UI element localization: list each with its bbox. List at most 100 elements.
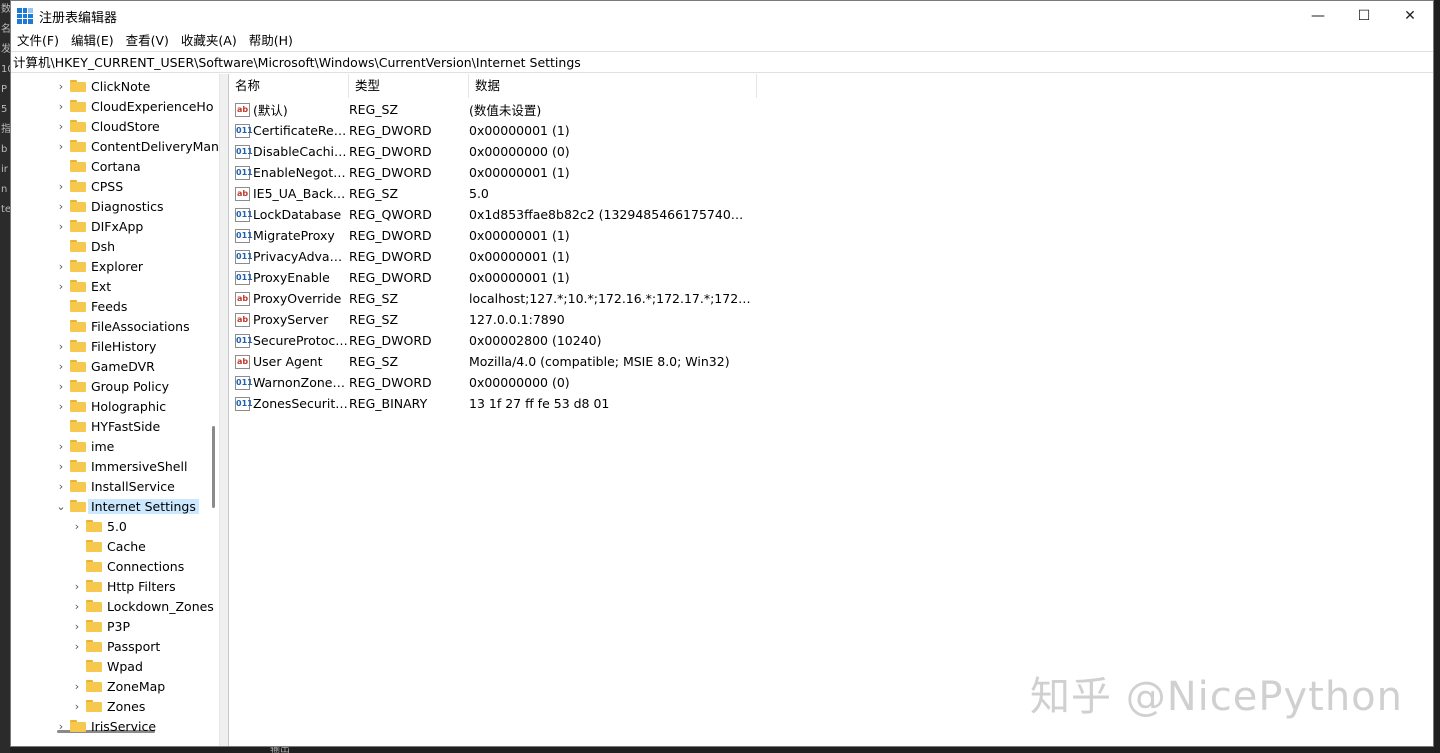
chevron-right-icon[interactable]: › xyxy=(71,620,83,633)
tree-node[interactable]: › 5.0 xyxy=(71,516,127,536)
value-row[interactable]: ab ProxyServer REG_SZ 127.0.0.1:7890 xyxy=(229,309,751,330)
value-data: (数值未设置) xyxy=(469,103,542,118)
menu-favorites[interactable]: 收藏夹(A) xyxy=(175,31,243,51)
menu-edit[interactable]: 编辑(E) xyxy=(65,31,120,51)
chevron-right-icon[interactable]: › xyxy=(71,640,83,653)
chevron-right-icon[interactable]: › xyxy=(55,360,67,373)
tree-node[interactable]: FileAssociations xyxy=(55,316,190,336)
title-bar[interactable]: 注册表编辑器 — ☐ ✕ xyxy=(11,1,1433,31)
value-name-cell: 011 WarnonZoneC... xyxy=(229,375,349,390)
key-tree-pane[interactable]: › ClickNote › CloudExperienceHo › CloudStore ›… xyxy=(11,74,219,746)
tree-node[interactable]: Wpad xyxy=(71,656,143,676)
menu-help[interactable]: 帮助(H) xyxy=(243,31,299,51)
chevron-right-icon[interactable]: › xyxy=(55,220,67,233)
column-header-name[interactable]: 名称 xyxy=(229,74,349,98)
tree-node[interactable]: › Http Filters xyxy=(71,576,176,596)
chevron-right-icon[interactable]: › xyxy=(55,440,67,453)
tree-node[interactable]: Feeds xyxy=(55,296,127,316)
chevron-right-icon[interactable]: › xyxy=(55,400,67,413)
pane-splitter[interactable] xyxy=(219,74,229,746)
close-button[interactable]: ✕ xyxy=(1387,1,1433,31)
value-row[interactable]: 011CertificateRevo...REG_DWORD 0x00000001… xyxy=(229,120,751,141)
value-row[interactable]: 011 SecureProtocols REG_DWORD 0x00002800 (1… xyxy=(229,330,751,351)
chevron-right-icon[interactable]: › xyxy=(71,600,83,613)
chevron-right-icon[interactable]: › xyxy=(71,680,83,693)
chevron-right-icon[interactable]: › xyxy=(55,120,67,133)
tree-node[interactable]: › ContentDeliveryMan xyxy=(55,136,219,156)
tree-node[interactable]: › DIFxApp xyxy=(55,216,144,236)
tree-node[interactable]: › ZoneMap xyxy=(71,676,165,696)
tree-node[interactable]: › ImmersiveShell xyxy=(55,456,188,476)
tree-node[interactable]: › CloudStore xyxy=(55,116,160,136)
value-row[interactable]: ab ProxyOverride REG_SZ localhost;127.*;10.… xyxy=(229,288,751,309)
menu-view[interactable]: 查看(V) xyxy=(120,31,175,51)
chevron-right-icon[interactable]: › xyxy=(55,280,67,293)
chevron-right-icon[interactable]: › xyxy=(55,200,67,213)
value-list-pane[interactable]: 名称 类型 数据 ab (默认) REG_SZ (数值未设置) 011 Certifica… xyxy=(229,74,1433,746)
tree-node[interactable]: › Passport xyxy=(71,636,161,656)
column-header-data[interactable]: 数据 xyxy=(469,74,757,98)
tree-node[interactable]: › GameDVR xyxy=(55,356,155,376)
menu-file[interactable]: 文件(F) xyxy=(11,31,65,51)
tree-node[interactable]: Dsh xyxy=(55,236,115,256)
tree-vertical-scrollbar[interactable] xyxy=(212,426,215,508)
chevron-right-icon[interactable]: › xyxy=(55,380,67,393)
address-bar[interactable]: 计算机\HKEY_CURRENT_USER\Software\Microsoft… xyxy=(11,51,1433,73)
tree-node[interactable]: › CPSS xyxy=(55,176,123,196)
chevron-right-icon[interactable]: › xyxy=(55,140,67,153)
value-row[interactable]: 011 PrivacyAdvanc... REG_DWORD 0x00000001 (… xyxy=(229,246,751,267)
chevron-right-icon[interactable]: › xyxy=(71,580,83,593)
binary-value-icon: 011 xyxy=(235,123,253,138)
tree-node[interactable]: › FileHistory xyxy=(55,336,157,356)
chevron-right-icon[interactable]: › xyxy=(55,260,67,273)
chevron-right-icon[interactable]: › xyxy=(55,720,67,733)
value-row[interactable]: 011 EnableNegotia... REG_DWORD 0x00000001 (… xyxy=(229,162,751,183)
tree-node[interactable]: ⌄ Internet Settings xyxy=(55,496,199,516)
tree-node[interactable]: › Group Policy xyxy=(55,376,169,396)
tree-node[interactable]: Cortana xyxy=(55,156,141,176)
chevron-right-icon[interactable]: › xyxy=(71,700,83,713)
value-row[interactable]: ab (默认) REG_SZ (数值未设置) xyxy=(229,99,751,120)
tree-node-label: Cortana xyxy=(91,158,141,174)
chevron-down-icon[interactable]: ⌄ xyxy=(55,500,67,513)
chevron-right-icon[interactable]: › xyxy=(55,460,67,473)
tree-node-label: Group Policy xyxy=(91,378,169,394)
chevron-right-icon[interactable]: › xyxy=(55,100,67,113)
value-data: 0x00000001 (1) xyxy=(469,270,570,285)
tree-node[interactable]: › Explorer xyxy=(55,256,143,276)
tree-node[interactable]: › ime xyxy=(55,436,115,456)
tree-node[interactable]: › Diagnostics xyxy=(55,196,164,216)
chevron-right-icon[interactable]: › xyxy=(55,480,67,493)
column-header-type[interactable]: 类型 xyxy=(349,74,469,98)
tree-node[interactable]: HYFastSide xyxy=(55,416,160,436)
value-row[interactable]: ab User Agent REG_SZ Mozilla/4.0 (compatibl… xyxy=(229,351,751,372)
folder-icon xyxy=(70,120,86,132)
tree-node[interactable]: › Ext xyxy=(55,276,111,296)
chevron-right-icon[interactable]: › xyxy=(55,340,67,353)
value-row[interactable]: 011 WarnonZoneC... REG_DWORD 0x00000000 (0) xyxy=(229,372,751,393)
chevron-right-icon[interactable]: › xyxy=(55,180,67,193)
tree-node[interactable]: › Zones xyxy=(71,696,146,716)
tree-node[interactable]: › CloudExperienceHo xyxy=(55,96,214,116)
tree-node-label: Explorer xyxy=(91,258,144,274)
value-row[interactable]: 011 DisableCachin... REG_DWORD 0x00000000 (… xyxy=(229,141,751,162)
tree-node[interactable]: Connections xyxy=(71,556,184,576)
value-row[interactable]: ab IE5_UA_Backu... REG_SZ 5.0 xyxy=(229,183,751,204)
folder-icon xyxy=(70,180,86,192)
tree-node[interactable]: › Holographic xyxy=(55,396,166,416)
value-row[interactable]: 011 MigrateProxy REG_DWORD 0x00000001 (1) xyxy=(229,225,751,246)
tree-node[interactable]: › InstallService xyxy=(55,476,175,496)
value-row[interactable]: 011 ProxyEnable REG_DWORD 0x00000001 (1) xyxy=(229,267,751,288)
value-row[interactable]: 011 ZonesSecurity... REG_BINARY 13 1f 27 ff… xyxy=(229,393,751,414)
minimize-button[interactable]: — xyxy=(1295,1,1341,31)
chevron-right-icon[interactable]: › xyxy=(71,520,83,533)
tree-node[interactable]: › P3P xyxy=(71,616,130,636)
tree-node[interactable]: › ClickNote xyxy=(55,76,151,96)
folder-icon xyxy=(86,640,102,652)
maximize-button[interactable]: ☐ xyxy=(1341,1,1387,31)
tree-node[interactable]: Cache xyxy=(71,536,146,556)
tree-node[interactable]: › Lockdown_Zones xyxy=(71,596,214,616)
chevron-right-icon[interactable]: › xyxy=(55,80,67,93)
value-row[interactable]: 011 LockDatabase REG_QWORD 0x1d853ffae8b82c… xyxy=(229,204,751,225)
tree-node[interactable]: › IrisService xyxy=(55,716,156,736)
